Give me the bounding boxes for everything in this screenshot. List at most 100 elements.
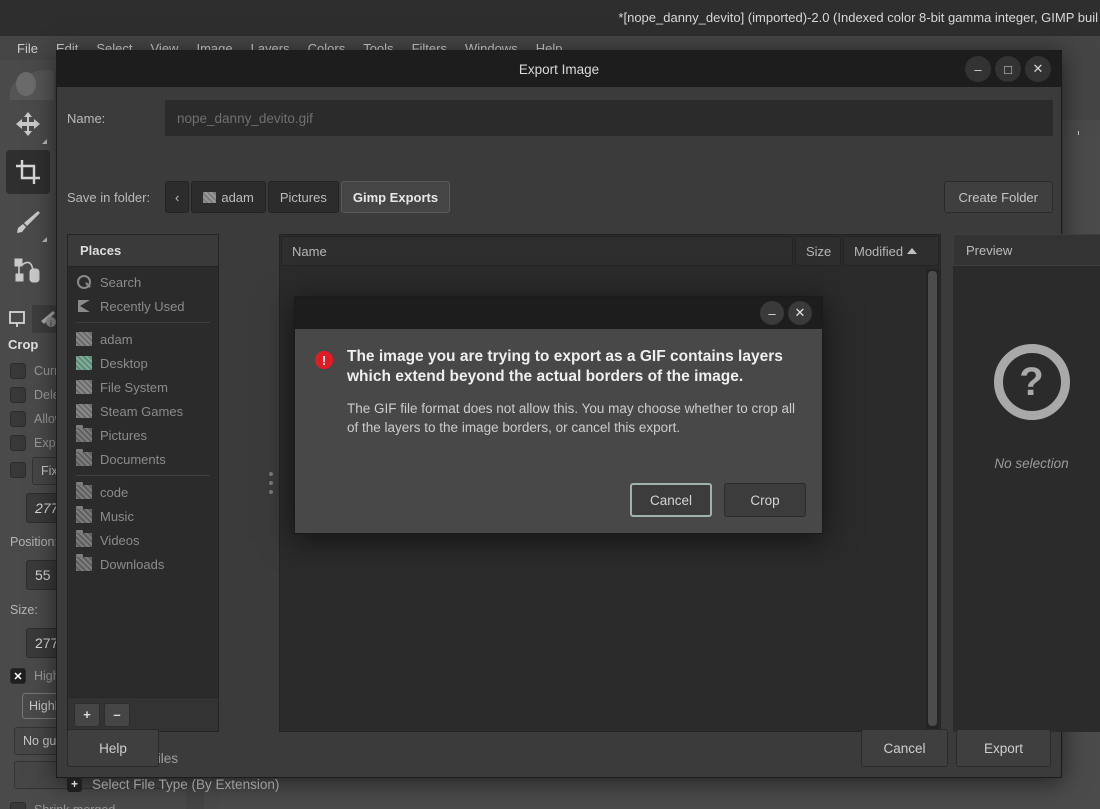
desktop-icon (76, 356, 92, 370)
places-header: Places (68, 235, 218, 267)
filename-label: Name: (67, 110, 106, 126)
export-button[interactable]: Export (956, 729, 1051, 767)
tool-overflow-triangle (42, 139, 47, 144)
filename-input[interactable]: nope_danny_devito.gif (165, 100, 1053, 136)
places-buttons: + – (68, 697, 218, 731)
close-icon[interactable]: ✕ (788, 301, 812, 325)
column-header-name[interactable]: Name (281, 236, 793, 266)
folder-icon (76, 506, 92, 523)
preview-empty-text: No selection (994, 456, 1069, 471)
search-icon (76, 275, 92, 289)
gif-layers-warning-dialog: – ✕ ! The image you are trying to export… (294, 296, 823, 534)
column-header-modified-label: Modified (854, 243, 904, 259)
crop-option-expand[interactable]: Expa (10, 435, 63, 451)
checkbox[interactable] (10, 462, 26, 478)
alert-cancel-button[interactable]: Cancel (630, 483, 712, 517)
export-dialog-window-buttons: – □ ✕ (965, 51, 1051, 87)
place-item-music[interactable]: Music (68, 504, 218, 528)
cancel-button[interactable]: Cancel (861, 729, 948, 767)
place-label: Documents (100, 451, 166, 467)
place-item-videos[interactable]: Videos (68, 528, 218, 552)
tab-tool-options[interactable] (2, 305, 32, 333)
breadcrumb-item-pictures[interactable]: Pictures (267, 181, 339, 213)
checkbox[interactable] (10, 411, 26, 427)
move-tool[interactable] (6, 102, 50, 146)
drive-icon (76, 404, 92, 418)
export-dialog-title: Export Image (518, 61, 600, 77)
place-item-pictures[interactable]: Pictures (68, 423, 218, 447)
svg-text:i: i (50, 319, 52, 328)
crop-option-fixed[interactable] (10, 462, 26, 478)
file-list-scrollbar[interactable] (926, 269, 939, 731)
add-place-button[interactable]: + (74, 702, 100, 727)
column-header-size[interactable]: Size (795, 236, 841, 266)
checkbox[interactable] (10, 387, 26, 403)
checkbox[interactable] (10, 802, 26, 809)
checkbox[interactable] (10, 435, 26, 451)
label: Shrink merged (34, 803, 115, 809)
place-item-file-system[interactable]: File System (68, 375, 218, 399)
place-item-desktop[interactable]: Desktop (68, 351, 218, 375)
select-file-type-label: Select File Type (By Extension) (92, 776, 280, 792)
breadcrumb-item-adam[interactable]: adam (191, 181, 266, 213)
alert-heading: The image you are trying to export as a … (347, 348, 783, 386)
alert-titlebar: – ✕ (295, 297, 822, 329)
menu-file[interactable]: File (8, 39, 47, 58)
place-item-steam-games[interactable]: Steam Games (68, 399, 218, 423)
grip-dot (269, 481, 273, 485)
filename-row: Name: nope_danny_devito.gif (67, 100, 1053, 136)
place-item-recently-used[interactable]: Recently Used (68, 294, 218, 318)
breadcrumb-item-gimp-exports[interactable]: Gimp Exports (340, 181, 451, 213)
crop-option-highlight[interactable]: ✕ High (10, 668, 60, 684)
gimp-workspace: i Crop Curr Dele Allow Expa Fixe 277. Po… (0, 50, 1100, 809)
place-item-search[interactable]: Search (68, 270, 218, 294)
select-file-type-expander[interactable]: + Select File Type (By Extension) (67, 771, 279, 797)
paths-tool[interactable] (6, 248, 50, 292)
screen: *[nope_danny_devito] (imported)-2.0 (Ind… (0, 0, 1100, 809)
places-panel: Places Search Recently Used adam Desktop… (67, 234, 219, 732)
panel-splitter-handle[interactable] (265, 234, 277, 732)
paintbrush-tool[interactable] (6, 200, 50, 244)
places-list: Search Recently Used adam Desktop File S… (68, 267, 218, 576)
crop-option-current-layer[interactable]: Curr (10, 363, 58, 379)
place-label: Downloads (100, 556, 165, 572)
checkbox[interactable]: ✕ (10, 668, 26, 684)
alert-buttons: Cancel Crop (630, 483, 806, 517)
place-item-documents[interactable]: Documents (68, 447, 218, 471)
place-item-code[interactable]: code (68, 480, 218, 504)
checkbox[interactable] (10, 363, 26, 379)
crop-option-shrink-merged[interactable]: Shrink merged (10, 802, 115, 809)
create-folder-button[interactable]: Create Folder (943, 181, 1053, 213)
place-label: Videos (100, 532, 140, 548)
place-item-adam[interactable]: adam (68, 327, 218, 351)
close-icon[interactable]: ✕ (1025, 56, 1051, 82)
alert-text-block: The image you are trying to export as a … (347, 347, 802, 437)
place-item-downloads[interactable]: Downloads (68, 552, 218, 576)
sort-ascending-icon (907, 248, 918, 254)
place-label: adam (100, 331, 133, 347)
save-in-folder-row: Save in folder: ‹ adam Pictures Gimp Exp… (67, 180, 1053, 214)
folder-icon (76, 554, 92, 571)
crop-tool[interactable] (6, 150, 50, 194)
divider (76, 475, 210, 476)
plus-expander-icon[interactable]: + (67, 776, 82, 792)
export-dialog-titlebar: Export Image – □ ✕ (57, 51, 1061, 87)
folder-icon (76, 449, 92, 466)
breadcrumb-back-button[interactable]: ‹ (165, 181, 190, 213)
column-header-modified[interactable]: Modified (843, 236, 939, 266)
grip-dot (269, 472, 273, 476)
folder-icon (76, 425, 92, 442)
minimize-icon[interactable]: – (760, 301, 784, 325)
preview-panel: Preview ? No selection (953, 234, 1100, 732)
alert-crop-button[interactable]: Crop (724, 483, 806, 517)
breadcrumb: ‹ adam Pictures Gimp Exports (165, 181, 451, 213)
place-label: Desktop (100, 355, 148, 371)
help-button[interactable]: Help (67, 729, 159, 767)
maximize-icon[interactable]: □ (995, 56, 1021, 82)
scrollbar-thumb[interactable] (928, 271, 937, 726)
place-label: File System (100, 379, 168, 395)
crop-option-delete[interactable]: Dele (10, 387, 60, 403)
preview-header: Preview (953, 234, 1100, 266)
remove-place-button[interactable]: – (104, 702, 130, 727)
minimize-icon[interactable]: – (965, 56, 991, 82)
